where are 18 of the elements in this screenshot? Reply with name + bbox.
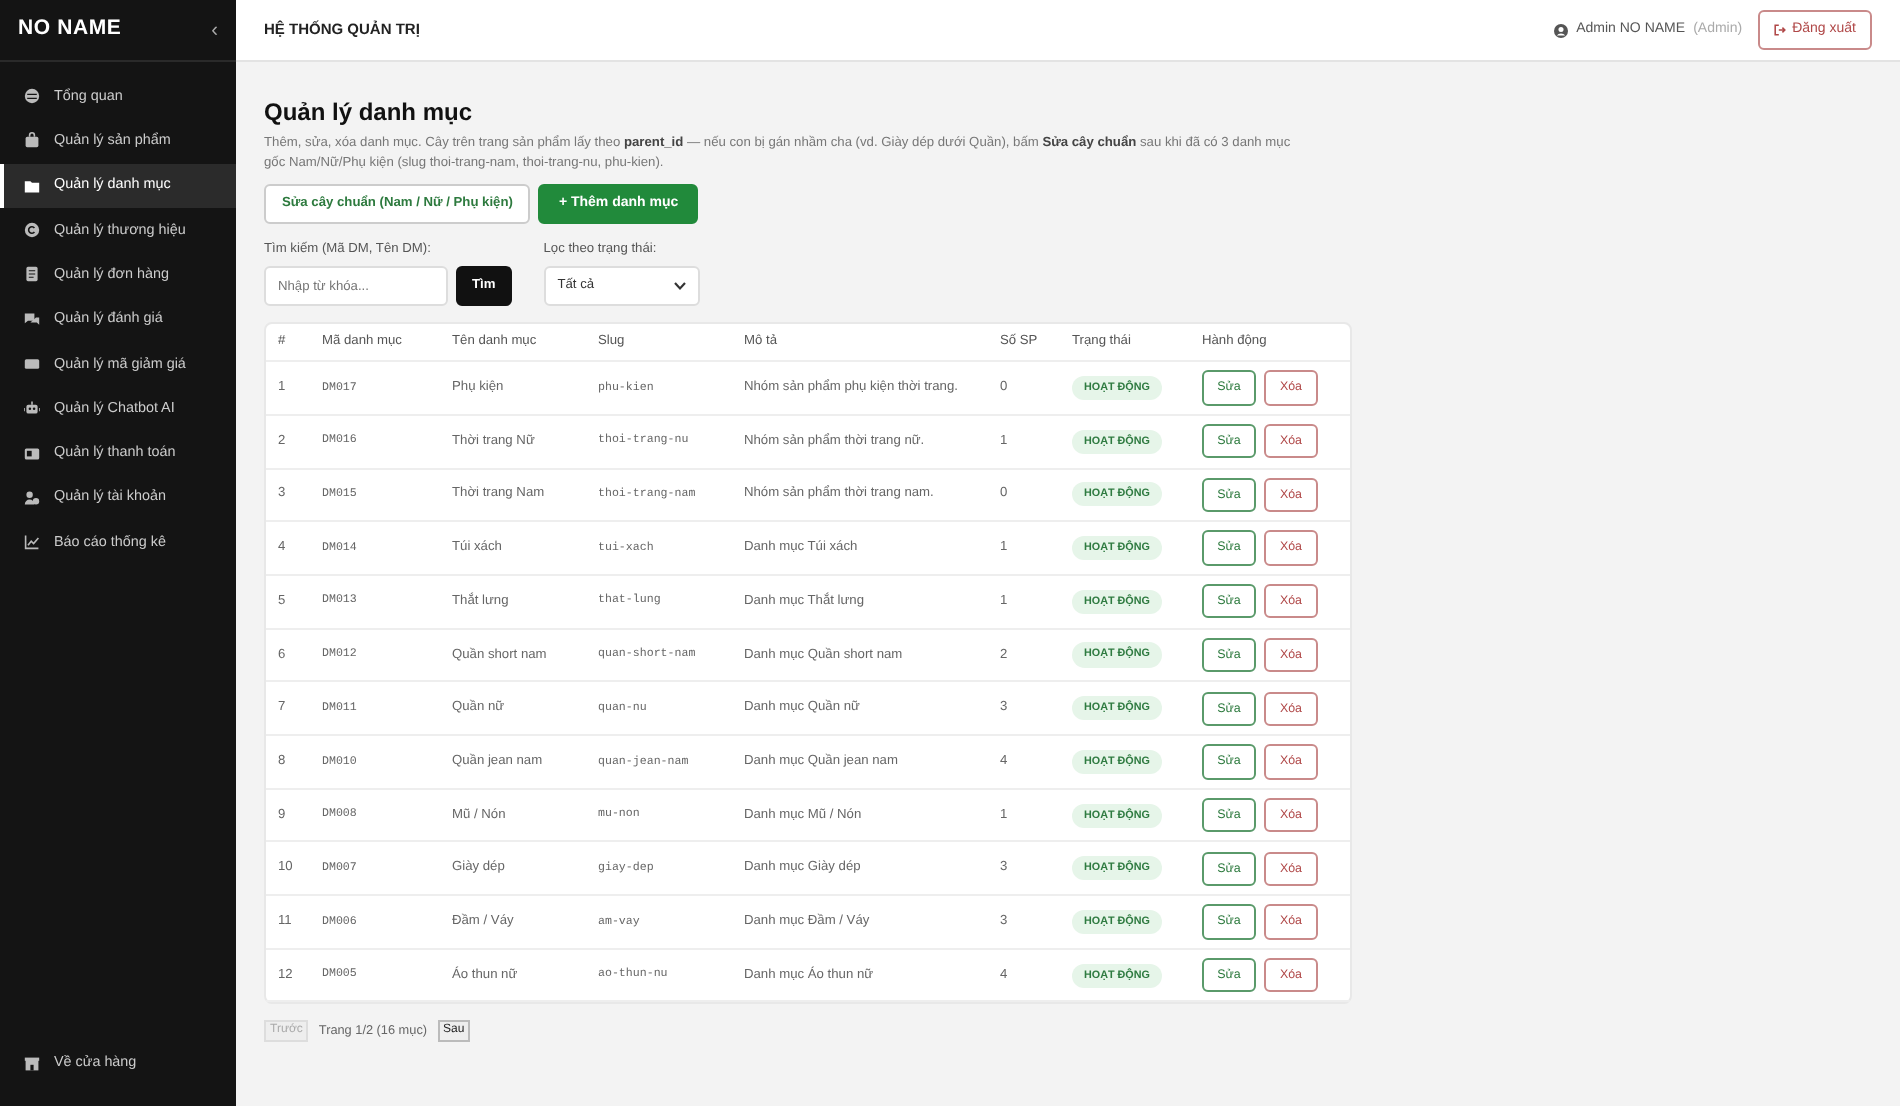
card-icon	[24, 445, 40, 462]
copyright-icon	[24, 222, 40, 239]
chart-icon	[24, 534, 40, 551]
brand-name: NO NAME	[18, 14, 122, 45]
bag-icon	[24, 132, 40, 149]
document-icon	[24, 266, 40, 283]
users-icon	[24, 489, 40, 506]
caret-icon	[673, 282, 686, 291]
user-icon	[1554, 23, 1569, 37]
store-icon	[24, 1055, 40, 1072]
robot-icon	[24, 400, 40, 417]
logout-icon	[1774, 24, 1787, 36]
collapse-button[interactable]: ‹	[211, 15, 218, 45]
page-title: Quản lý danh mục	[264, 98, 475, 127]
globe-icon	[24, 88, 40, 105]
chat-icon	[24, 311, 40, 328]
folder-icon	[24, 177, 40, 194]
ticket-icon	[24, 355, 40, 372]
